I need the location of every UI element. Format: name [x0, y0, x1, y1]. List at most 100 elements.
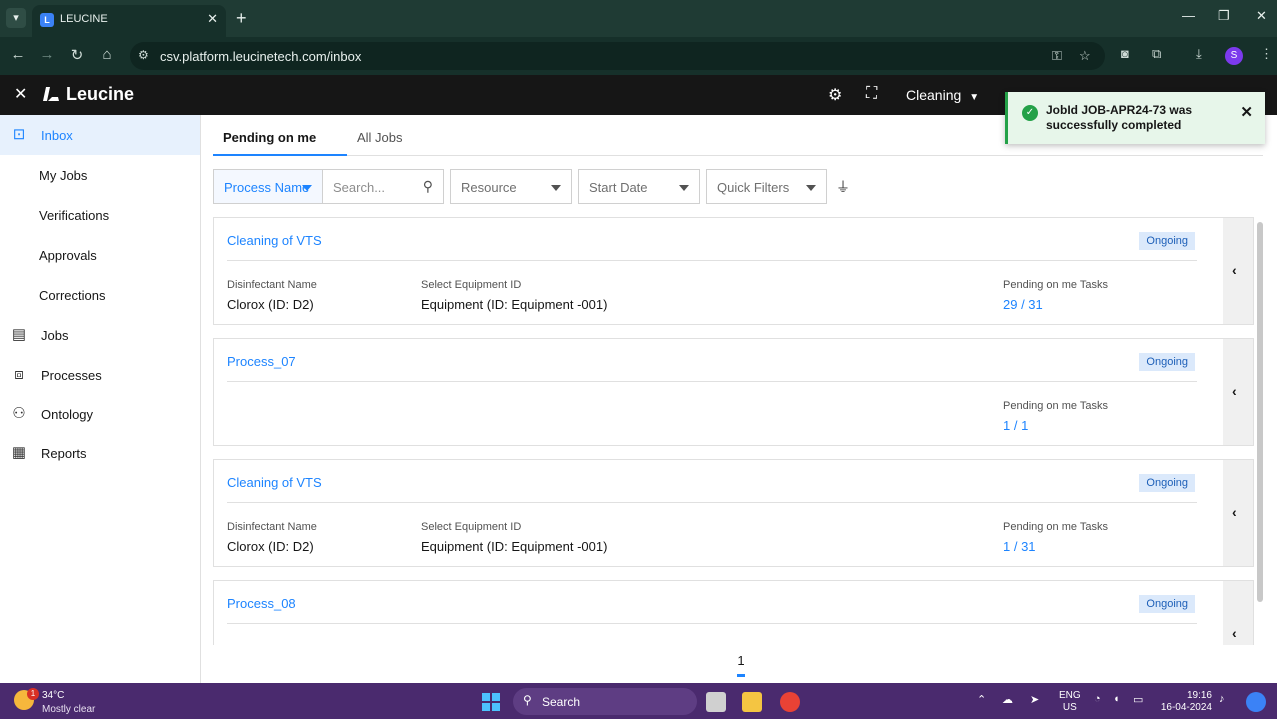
tasks-label: Pending on me Tasks — [1003, 521, 1108, 533]
taskbar-search-label: Search — [542, 695, 581, 709]
minimize-icon[interactable]: — — [1182, 8, 1195, 23]
tab-pending-on-me[interactable]: Pending on me — [213, 124, 347, 156]
back-icon[interactable]: ← — [8, 46, 28, 63]
profile-avatar[interactable]: S — [1225, 47, 1243, 65]
password-key-icon[interactable]: ⚿ — [1052, 48, 1062, 64]
file-explorer-icon[interactable] — [742, 692, 762, 712]
resource-dropdown[interactable]: Resource — [450, 169, 572, 204]
reload-icon[interactable]: ↻ — [67, 46, 87, 64]
card-divider — [227, 260, 1197, 261]
wifi-icon[interactable]: ◔ — [1094, 693, 1101, 705]
sidebar-item-inbox[interactable]: ⊡ Inbox — [0, 115, 200, 155]
notification-bell-icon[interactable]: ♪ — [1219, 693, 1225, 705]
report-icon: ▦ — [11, 444, 27, 461]
card-divider — [227, 623, 1197, 624]
search-icon: ⚲ — [523, 693, 532, 707]
browser-menu-icon[interactable]: ⋮ — [1260, 46, 1273, 62]
pagination-indicator — [737, 674, 745, 677]
restore-icon[interactable]: ❐ — [1218, 8, 1230, 24]
bookmark-star-icon[interactable]: ☆ — [1079, 48, 1091, 64]
expand-card-button[interactable]: ‹ — [1223, 339, 1253, 445]
extensions-puzzle-icon[interactable]: ⧉ — [1152, 46, 1161, 62]
facility-selector[interactable]: Cleaning ▼ — [906, 87, 979, 103]
expand-card-button[interactable]: ‹ — [1223, 460, 1253, 566]
taskbar-search[interactable]: ⚲ Search — [513, 688, 697, 715]
expand-card-button[interactable]: ‹ — [1223, 581, 1253, 645]
sidebar-item-verifications[interactable]: Verifications — [0, 195, 200, 235]
process-name[interactable]: Cleaning of VTS — [227, 233, 322, 248]
chrome-icon[interactable] — [780, 692, 800, 712]
tasks-label: Pending on me Tasks — [1003, 279, 1108, 291]
scan-icon[interactable]: ⛶ — [866, 85, 877, 103]
tab-label: Pending on me — [223, 130, 317, 145]
sidebar-item-processes[interactable]: ⧈ Processes — [0, 355, 200, 395]
sidebar-item-label: Ontology — [41, 407, 94, 422]
tasks-count[interactable]: 1 / 1 — [1003, 418, 1028, 433]
home-icon[interactable]: ⌂ — [97, 46, 117, 63]
close-nav-icon[interactable]: ✕ — [14, 84, 27, 104]
sidebar-item-my-jobs[interactable]: My Jobs — [0, 155, 200, 195]
status-badge: Ongoing — [1139, 474, 1195, 492]
window-close-icon[interactable]: ✕ — [1256, 8, 1267, 24]
start-windows-icon[interactable] — [482, 693, 500, 711]
settings-gear-icon[interactable]: ⚙ — [828, 85, 842, 105]
close-tab-icon[interactable]: ✕ — [207, 11, 218, 27]
toast-close-icon[interactable]: ✕ — [1240, 103, 1253, 121]
copilot-icon[interactable] — [1246, 692, 1266, 712]
field-value: Equipment (ID: Equipment -001) — [421, 297, 608, 312]
scrollbar[interactable] — [1257, 222, 1263, 602]
sidebar-item-corrections[interactable]: Corrections — [0, 275, 200, 315]
search-icon[interactable]: ⚲ — [423, 178, 433, 195]
start-date-label: Start Date — [589, 180, 648, 195]
new-tab-button[interactable]: + — [236, 8, 247, 28]
browser-tab[interactable]: L LEUCINE ✕ — [32, 5, 226, 37]
start-date-dropdown[interactable]: Start Date — [578, 169, 700, 204]
filter-bar: Process Name Search... ⚲ Resource Start … — [213, 169, 1113, 204]
pagination-page[interactable]: 1 — [733, 653, 749, 668]
camera-extension-icon[interactable]: ◙ — [1121, 46, 1129, 61]
language-indicator[interactable]: ENG US — [1059, 690, 1081, 714]
job-card[interactable]: Process_08 Ongoing ‹ — [213, 580, 1254, 645]
job-card[interactable]: Cleaning of VTS Ongoing Disinfectant Nam… — [213, 459, 1254, 567]
sidebar-item-approvals[interactable]: Approvals — [0, 235, 200, 275]
process-name[interactable]: Process_07 — [227, 354, 296, 369]
tray-overflow-icon[interactable]: ⌃ — [977, 693, 986, 706]
site-info-icon[interactable]: ⚙ — [138, 48, 149, 62]
flowchart-icon: ⧈ — [14, 366, 24, 383]
browser-tab-strip: ▾ L LEUCINE ✕ + — ❐ ✕ — [0, 0, 1277, 37]
quick-filters-label: Quick Filters — [717, 180, 790, 195]
sidebar-item-reports[interactable]: ▦ Reports — [0, 433, 200, 473]
search-input[interactable]: Search... ⚲ — [322, 169, 444, 204]
field-value: Equipment (ID: Equipment -001) — [421, 539, 608, 554]
forward-icon[interactable]: → — [37, 46, 57, 63]
browser-tab-title: LEUCINE — [60, 13, 108, 25]
battery-icon[interactable]: ▭ — [1133, 693, 1143, 706]
clear-filter-icon[interactable]: ⏚ — [836, 177, 850, 197]
tab-search-button[interactable]: ▾ — [6, 8, 26, 28]
volume-icon[interactable]: ◖ — [1113, 693, 1120, 705]
expand-card-button[interactable]: ‹ — [1223, 218, 1253, 324]
sidebar-item-jobs[interactable]: ▤ Jobs — [0, 315, 200, 355]
task-view-icon[interactable] — [706, 692, 726, 712]
clipboard-icon: ▤ — [11, 326, 27, 343]
check-circle-icon: ✓ — [1022, 105, 1038, 121]
job-card[interactable]: Cleaning of VTS Ongoing Disinfectant Nam… — [213, 217, 1254, 325]
address-bar[interactable]: ⚙ csv.platform.leucinetech.com/inbox ⚿ ☆ — [130, 42, 1105, 70]
field-value: Clorox (ID: D2) — [227, 539, 314, 554]
tab-all-jobs[interactable]: All Jobs — [347, 124, 413, 156]
weather-condition: Mostly clear — [42, 704, 96, 715]
clock[interactable]: 19:16 16-04-2024 — [1160, 690, 1212, 714]
field-label: Disinfectant Name — [227, 279, 317, 291]
job-card[interactable]: Process_07 Ongoing Pending on me Tasks 1… — [213, 338, 1254, 446]
quick-filters-dropdown[interactable]: Quick Filters — [706, 169, 827, 204]
tasks-count[interactable]: 29 / 31 — [1003, 297, 1043, 312]
sidebar-item-ontology[interactable]: ⚇ Ontology — [0, 394, 200, 434]
cloud-icon[interactable]: ☁ — [1002, 693, 1013, 706]
app-name: Leucine — [66, 84, 135, 104]
process-name-dropdown[interactable]: Process Name — [213, 169, 323, 204]
process-name[interactable]: Cleaning of VTS — [227, 475, 322, 490]
tasks-count[interactable]: 1 / 31 — [1003, 539, 1036, 554]
download-icon[interactable]: ⤓ — [1196, 46, 1202, 62]
location-icon[interactable]: ➤ — [1030, 693, 1039, 706]
process-name[interactable]: Process_08 — [227, 596, 296, 611]
